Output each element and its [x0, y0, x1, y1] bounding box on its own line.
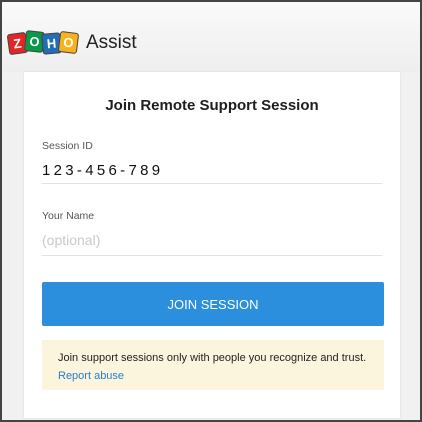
session-id-label: Session ID [42, 140, 93, 152]
session-id-underline [42, 183, 382, 184]
product-name: Assist [86, 32, 137, 53]
join-session-card: Join Remote Support Session Session ID Y… [24, 72, 400, 418]
safety-notice: Join support sessions only with people y… [42, 340, 384, 390]
your-name-underline [42, 255, 382, 256]
zoho-assist-logo: Z O H O Assist [6, 30, 137, 55]
header-bar: Z O H O Assist [2, 2, 420, 72]
your-name-label: Your Name [42, 210, 95, 222]
notice-text: Join support sessions only with people y… [58, 352, 367, 364]
your-name-input[interactable] [42, 229, 382, 251]
zoho-logo-icon: Z O H O [6, 30, 80, 55]
report-abuse-link[interactable]: Report abuse [58, 370, 124, 382]
join-session-button[interactable]: JOIN SESSION [42, 282, 384, 326]
session-id-field[interactable] [42, 158, 382, 182]
app-window: Z O H O Assist Join Remote Support Sessi… [0, 0, 422, 422]
logo-letter-o2: O [57, 30, 80, 54]
page-title: Join Remote Support Session [105, 97, 319, 114]
